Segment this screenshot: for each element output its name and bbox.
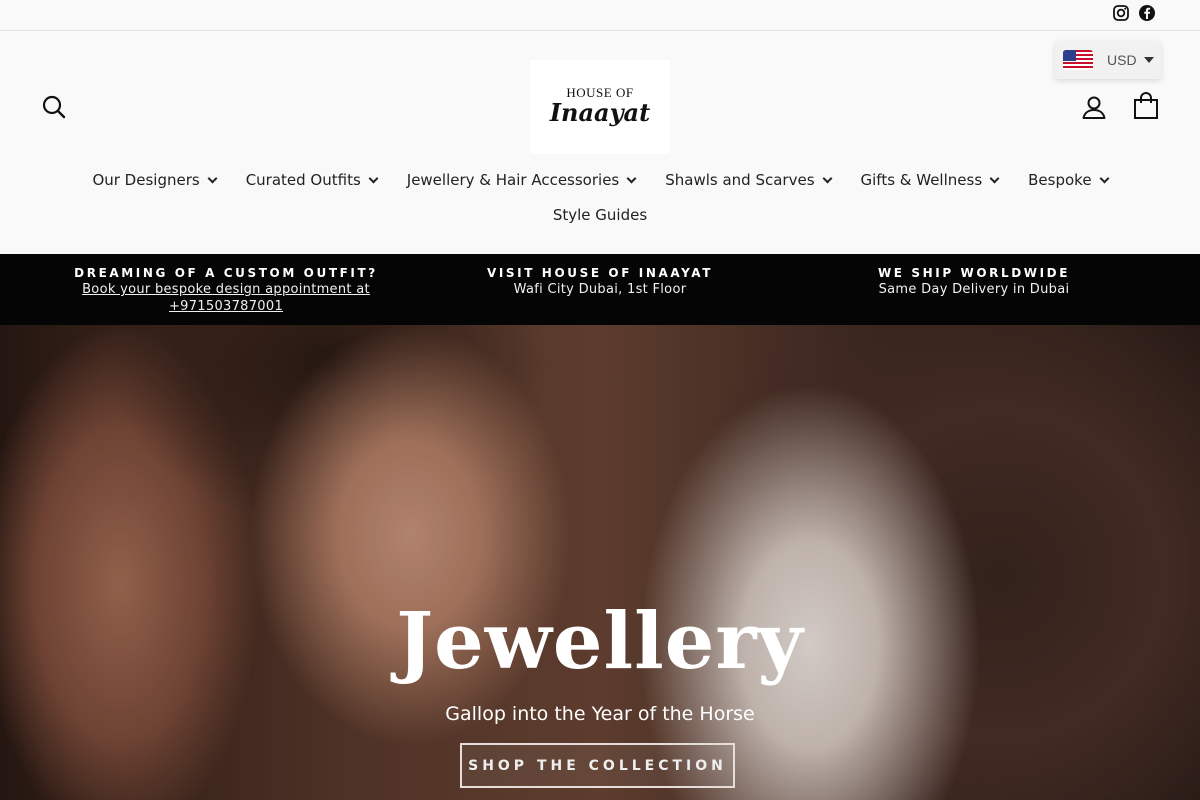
chevron-down-icon <box>626 173 637 183</box>
main-nav: Our Designers Curated Outfits Jewellery … <box>0 168 1200 227</box>
chevron-down-icon <box>1099 173 1110 183</box>
announcement-bespoke[interactable]: DREAMING OF A CUSTOM OUTFIT? Book your b… <box>56 265 396 315</box>
announcement-title: WE SHIP WORLDWIDE <box>877 266 1071 280</box>
chevron-down-icon <box>989 173 1000 183</box>
currency-selector[interactable]: USD <box>1055 41 1161 79</box>
caret-down-icon <box>1143 57 1154 63</box>
nav-item-our-designers[interactable]: Our Designers <box>92 171 218 189</box>
nav-item-bespoke[interactable]: Bespoke <box>1028 171 1110 189</box>
announcement-link[interactable]: Book your bespoke design appointment at <box>56 281 396 298</box>
currency-label: USD <box>1107 52 1137 68</box>
nav-item-label: Shawls and Scarves <box>665 171 815 189</box>
nav-item-shawls[interactable]: Shawls and Scarves <box>665 171 832 189</box>
chevron-down-icon <box>368 173 379 183</box>
nav-item-style-guides[interactable]: Style Guides <box>553 206 647 224</box>
chevron-down-icon <box>207 173 218 183</box>
site-header: HOUSE OF Inaayat USD Our Designers Curat… <box>0 31 1200 254</box>
facebook-icon[interactable] <box>1138 4 1156 22</box>
announcement-title: DREAMING OF A CUSTOM OUTFIT? <box>74 266 378 280</box>
utility-bar <box>0 0 1200 31</box>
nav-item-label: Style Guides <box>552 206 648 224</box>
site-logo[interactable]: HOUSE OF Inaayat <box>530 60 670 154</box>
hero-image <box>0 325 1200 800</box>
nav-item-label: Jewellery & Hair Accessories <box>406 171 620 189</box>
hero-subtitle: Gallop into the Year of the Horse <box>445 703 755 725</box>
nav-item-label: Gifts & Wellness <box>860 171 983 189</box>
search-icon[interactable] <box>40 93 68 121</box>
logo-main-text: Inaayat <box>549 98 651 128</box>
nav-item-label: Curated Outfits <box>245 171 361 189</box>
social-links <box>1112 4 1156 22</box>
announcement-text: Same Day Delivery in Dubai <box>878 282 1070 297</box>
instagram-icon[interactable] <box>1112 4 1130 22</box>
nav-row-primary: Our Designers Curated Outfits Jewellery … <box>0 168 1200 192</box>
shop-collection-button[interactable]: SHOP THE COLLECTION <box>460 743 735 788</box>
announcement-bar: DREAMING OF A CUSTOM OUTFIT? Book your b… <box>0 254 1200 325</box>
account-icon[interactable] <box>1080 93 1108 121</box>
hero-banner[interactable]: Jewellery Gallop into the Year of the Ho… <box>0 325 1200 800</box>
nav-item-jewellery[interactable]: Jewellery & Hair Accessories <box>406 171 637 189</box>
announcement-visit[interactable]: VISIT HOUSE OF INAAYAT Wafi City Dubai, … <box>430 265 770 298</box>
chevron-down-icon <box>822 173 832 183</box>
announcement-shipping[interactable]: WE SHIP WORLDWIDE Same Day Delivery in D… <box>804 265 1144 298</box>
announcement-phone-link[interactable]: +971503787001 <box>56 298 396 315</box>
nav-item-gifts[interactable]: Gifts & Wellness <box>860 171 1000 189</box>
nav-item-label: Our Designers <box>92 171 200 189</box>
cart-icon[interactable] <box>1132 91 1160 121</box>
nav-row-secondary: Style Guides <box>0 203 1200 227</box>
hero-title: Jewellery <box>396 596 804 687</box>
us-flag-icon <box>1063 50 1093 70</box>
nav-item-curated-outfits[interactable]: Curated Outfits <box>245 171 379 189</box>
nav-item-label: Bespoke <box>1028 171 1092 189</box>
announcement-text: Wafi City Dubai, 1st Floor <box>513 282 687 297</box>
announcement-title: VISIT HOUSE OF INAAYAT <box>486 266 714 280</box>
